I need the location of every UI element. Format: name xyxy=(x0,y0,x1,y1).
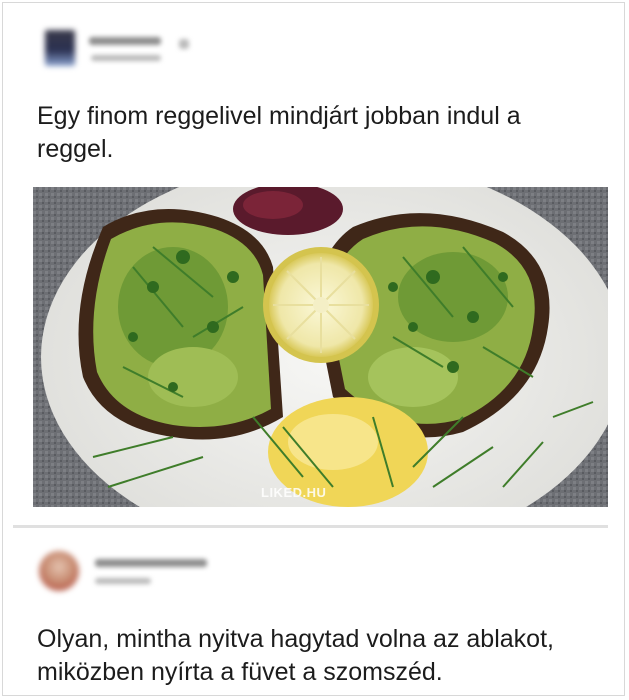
breakfast-photo-icon: LIKED.HU xyxy=(33,187,608,507)
comment-divider xyxy=(13,525,608,528)
post-timestamp xyxy=(91,55,161,61)
photo-watermark: LIKED.HU xyxy=(261,485,326,500)
reply-timestamp xyxy=(95,578,151,584)
reply-text: Olyan, mintha nyitva hagytad volna az ab… xyxy=(37,625,554,686)
post-author-avatar[interactable] xyxy=(45,30,75,66)
screenshot-frame: Egy finom reggelivel mindjárt jobban ind… xyxy=(2,2,625,696)
reply-author-avatar[interactable] xyxy=(39,551,79,591)
post-photo[interactable]: LIKED.HU xyxy=(33,187,608,507)
post-author-name[interactable] xyxy=(89,37,161,45)
post-privacy-icon xyxy=(179,39,189,49)
post-text: Egy finom reggelivel mindjárt jobban ind… xyxy=(37,102,521,163)
reply-author-name[interactable] xyxy=(95,559,207,567)
